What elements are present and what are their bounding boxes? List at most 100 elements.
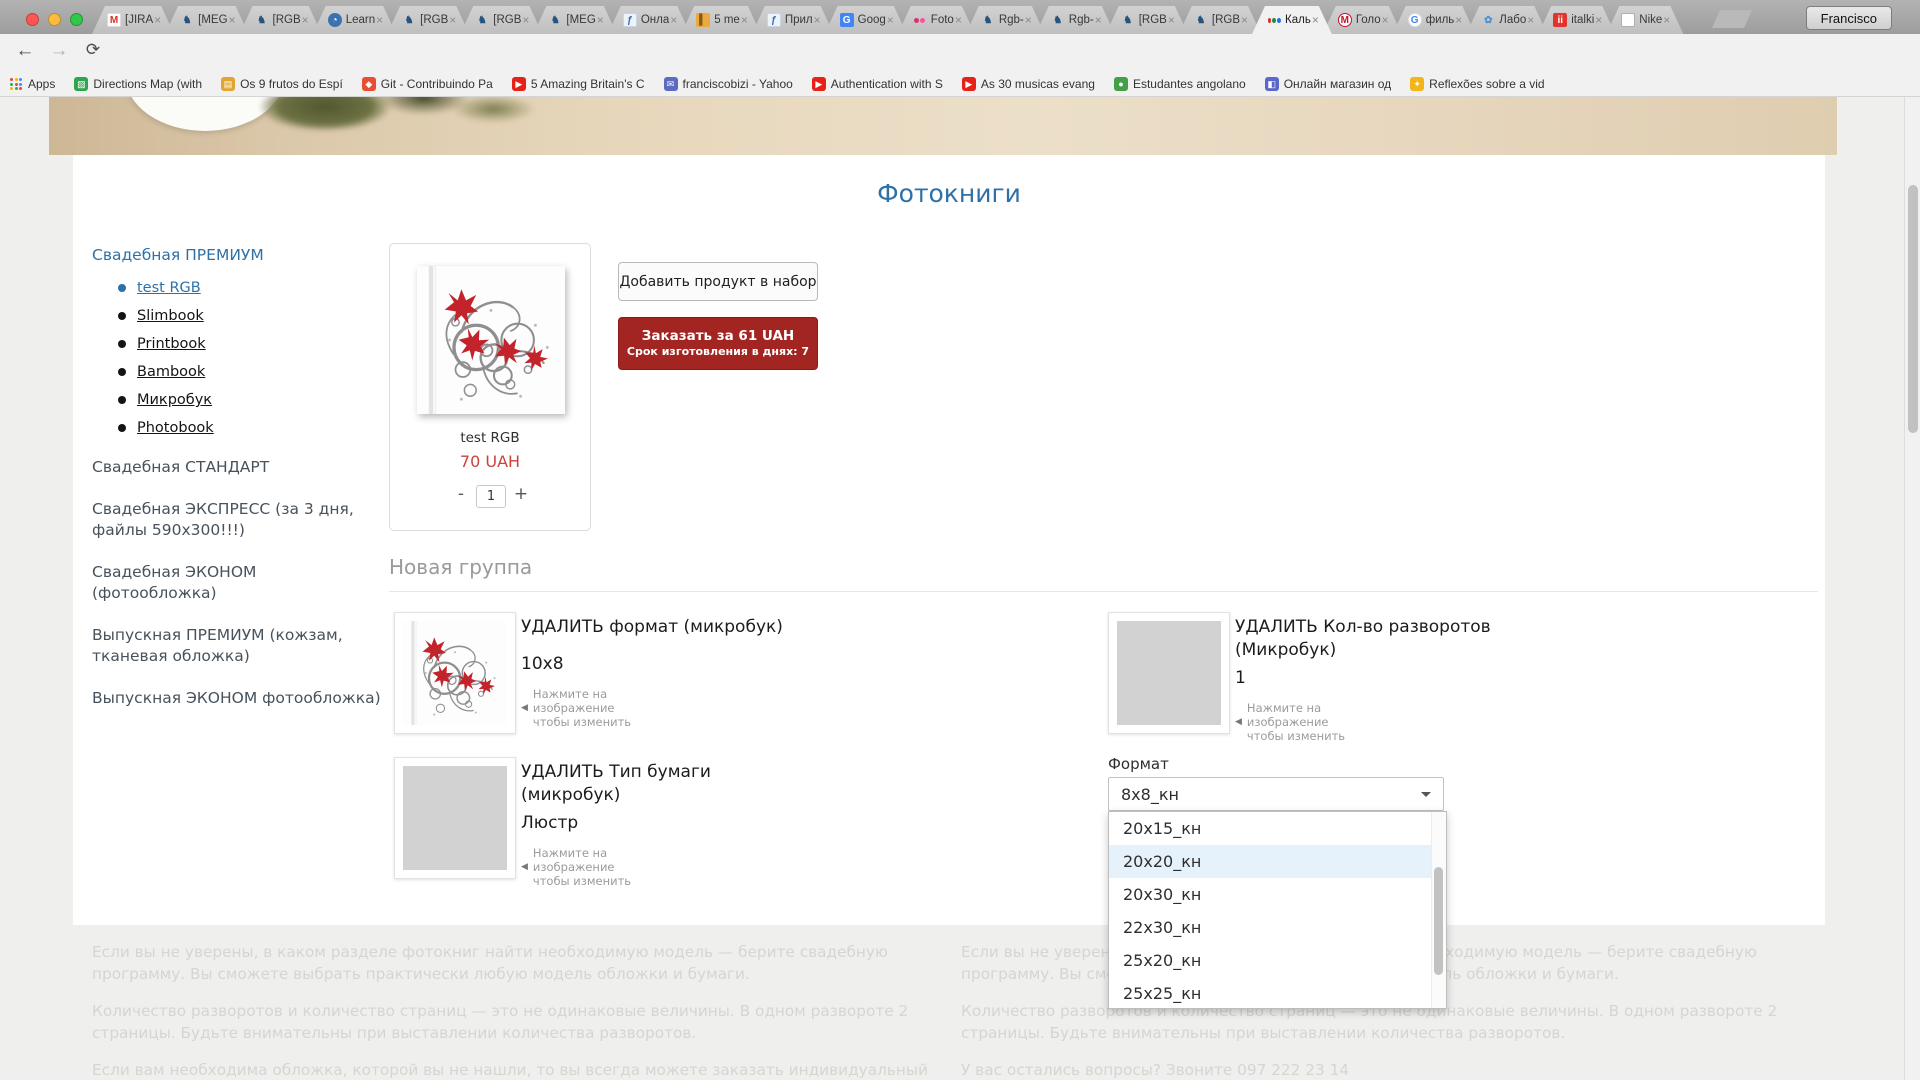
tab-close-icon[interactable]: × <box>1382 14 1389 26</box>
reload-icon[interactable]: ⟳ <box>80 40 106 60</box>
back-icon[interactable]: ← <box>12 40 38 62</box>
tab-close-icon[interactable]: × <box>670 14 677 26</box>
bookmark-item[interactable]: ✉franciscobizi - Yahoo <box>664 77 793 91</box>
tab--meg[interactable]: ♞[MEG× <box>533 6 616 34</box>
sidebar-item-микробук[interactable]: Микробук <box>118 392 384 408</box>
sidebar-item-test-rgb[interactable]: test RGB <box>118 280 384 296</box>
tab-close-icon[interactable]: × <box>154 14 161 26</box>
tab-close-icon[interactable]: × <box>1663 14 1670 26</box>
sidebar-section-label[interactable]: Свадебная ПРЕМИУМ <box>92 245 384 266</box>
tab--rgb[interactable]: ♞[RGB× <box>1106 6 1188 34</box>
bookmark-item[interactable]: ▶5 Amazing Britain's C <box>512 77 645 91</box>
dropdown-option[interactable]: 22x30_кн <box>1109 911 1446 944</box>
bookmark-item[interactable]: ▤Os 9 frutos do Espí <box>221 77 343 91</box>
option-thumbnail[interactable] <box>394 612 516 734</box>
bookmark-item[interactable]: ▨Directions Map (with <box>74 77 202 91</box>
bookmark-item[interactable]: ◧Онлайн магазин од <box>1265 77 1391 91</box>
sidebar-item-photobook[interactable]: Photobook <box>118 420 384 436</box>
tab-learn[interactable]: ◔Learn× <box>313 6 396 34</box>
tab--rgb[interactable]: ♞[RGB× <box>240 6 322 34</box>
tab-close-icon[interactable]: × <box>1168 14 1175 26</box>
tab-goog[interactable]: GGoog× <box>825 6 907 34</box>
chevron-down-icon <box>1421 792 1431 797</box>
tab-close-icon[interactable]: × <box>1312 14 1319 26</box>
tab-close-icon[interactable]: × <box>302 14 309 26</box>
tab-close-icon[interactable]: × <box>1527 14 1534 26</box>
dropdown-option[interactable]: 25x25_кн <box>1109 977 1446 1009</box>
close-window-button[interactable] <box>26 13 39 26</box>
tab--rgb[interactable]: ♞[RGB× <box>1179 6 1261 34</box>
bookmark-item[interactable]: ◆Git - Contribuindo Pa <box>362 77 493 91</box>
profile-button[interactable]: Francisco <box>1806 6 1892 30</box>
tab-прил[interactable]: ƒПрил× <box>752 6 834 34</box>
option-hint: Нажмите на изображение чтобы изменить <box>1247 701 1363 743</box>
new-tab-button[interactable] <box>1712 10 1752 28</box>
sidebar-section-label[interactable]: Свадебная СТАНДАРТ <box>92 457 384 478</box>
add-to-set-button[interactable]: Добавить продукт в набор <box>618 262 818 301</box>
dropdown-scrollbar-thumb[interactable] <box>1434 867 1443 975</box>
tab-лабо[interactable]: ✿Лабо× <box>1466 6 1547 34</box>
tab-rgb-[interactable]: ♞Rgb-× <box>966 6 1045 34</box>
bookmark-item[interactable]: ▶Authentication with S <box>812 77 943 91</box>
tab-nike[interactable]: Nike× <box>1606 6 1683 34</box>
dropdown-option[interactable]: 20x15_кн <box>1109 812 1446 845</box>
tab--jira[interactable]: M[JIRA× <box>92 6 174 34</box>
tab-foto[interactable]: Foto× <box>898 6 975 34</box>
tab-close-icon[interactable]: × <box>1595 14 1602 26</box>
tab-close-icon[interactable]: × <box>1455 14 1462 26</box>
tab-close-icon[interactable]: × <box>741 14 748 26</box>
dropdown-option[interactable]: 20x20_кн <box>1109 845 1446 878</box>
sidebar-item-slimbook[interactable]: Slimbook <box>118 308 384 324</box>
quantity-minus-button[interactable]: - <box>452 484 470 504</box>
quantity-input[interactable] <box>476 485 506 508</box>
product-image[interactable] <box>417 266 565 414</box>
sidebar-section-label[interactable]: Выпускная ПРЕМИУМ (кожзам, тканевая обло… <box>92 625 384 667</box>
tab-филь[interactable]: Gфиль× <box>1393 6 1476 34</box>
hint-arrow-icon: ◀ <box>521 862 528 872</box>
tab-close-icon[interactable]: × <box>955 14 962 26</box>
dropdown-option[interactable]: 20x30_кн <box>1109 878 1446 911</box>
bookmark-label: Directions Map (with <box>93 77 202 91</box>
tab-онла[interactable]: ƒОнла× <box>608 6 690 34</box>
sidebar-section-label[interactable]: Свадебная ЭКОНОМ (фотообложка) <box>92 562 384 604</box>
window-scrollbar-thumb[interactable] <box>1908 185 1918 433</box>
minimize-window-button[interactable] <box>48 13 61 26</box>
tab-rgb-[interactable]: ♞Rgb-× <box>1036 6 1115 34</box>
quantity-plus-button[interactable]: + <box>512 484 530 504</box>
tab-italki[interactable]: iiitalki× <box>1538 6 1615 34</box>
apps-shortcut[interactable]: Apps <box>10 77 55 91</box>
tab--meg[interactable]: ♞[MEG× <box>165 6 248 34</box>
tab-голо[interactable]: MГоло× <box>1323 6 1402 34</box>
dropdown-option[interactable]: 25x20_кн <box>1109 944 1446 977</box>
zoom-window-button[interactable] <box>70 13 83 26</box>
tab-5-me[interactable]: ▍5 me× <box>681 6 761 34</box>
tab-title: филь <box>1426 14 1455 26</box>
tab-close-icon[interactable]: × <box>1241 14 1248 26</box>
tab-close-icon[interactable]: × <box>1025 14 1032 26</box>
tab-каль[interactable]: Каль× <box>1252 6 1332 34</box>
order-button[interactable]: Заказать за 61 UAH Срок изготовления в д… <box>618 317 818 370</box>
tab-close-icon[interactable]: × <box>229 14 236 26</box>
tab-close-icon[interactable]: × <box>887 14 894 26</box>
tab-close-icon[interactable]: × <box>814 14 821 26</box>
sidebar-item-printbook[interactable]: Printbook <box>118 336 384 352</box>
option-thumbnail[interactable] <box>394 757 516 879</box>
tab--rgb[interactable]: ♞[RGB× <box>460 6 542 34</box>
forward-icon[interactable]: → <box>46 40 72 62</box>
tab--rgb[interactable]: ♞[RGB× <box>387 6 469 34</box>
sidebar-section-label[interactable]: Свадебная ЭКСПРЕСС (за 3 дня, файлы 590x… <box>92 499 384 541</box>
tab-close-icon[interactable]: × <box>1095 14 1102 26</box>
product-price: 70 UAH <box>390 452 590 471</box>
option-thumbnail[interactable] <box>1108 612 1230 734</box>
tab-close-icon[interactable]: × <box>449 14 456 26</box>
bookmark-label: Os 9 frutos do Espí <box>240 77 343 91</box>
bookmark-item[interactable]: ●Estudantes angolano <box>1114 77 1246 91</box>
bookmark-item[interactable]: ▶As 30 musicas evang <box>962 77 1095 91</box>
bookmark-item[interactable]: ✦Reflexões sobre a vid <box>1410 77 1544 91</box>
tab-close-icon[interactable]: × <box>597 14 604 26</box>
tab-close-icon[interactable]: × <box>522 14 529 26</box>
tab-close-icon[interactable]: × <box>376 14 383 26</box>
sidebar-item-bambook[interactable]: Bambook <box>118 364 384 380</box>
sidebar-section-label[interactable]: Выпускная ЭКОНОМ фотообложка) <box>92 688 384 709</box>
format-select[interactable]: 8x8_кн <box>1108 777 1444 811</box>
